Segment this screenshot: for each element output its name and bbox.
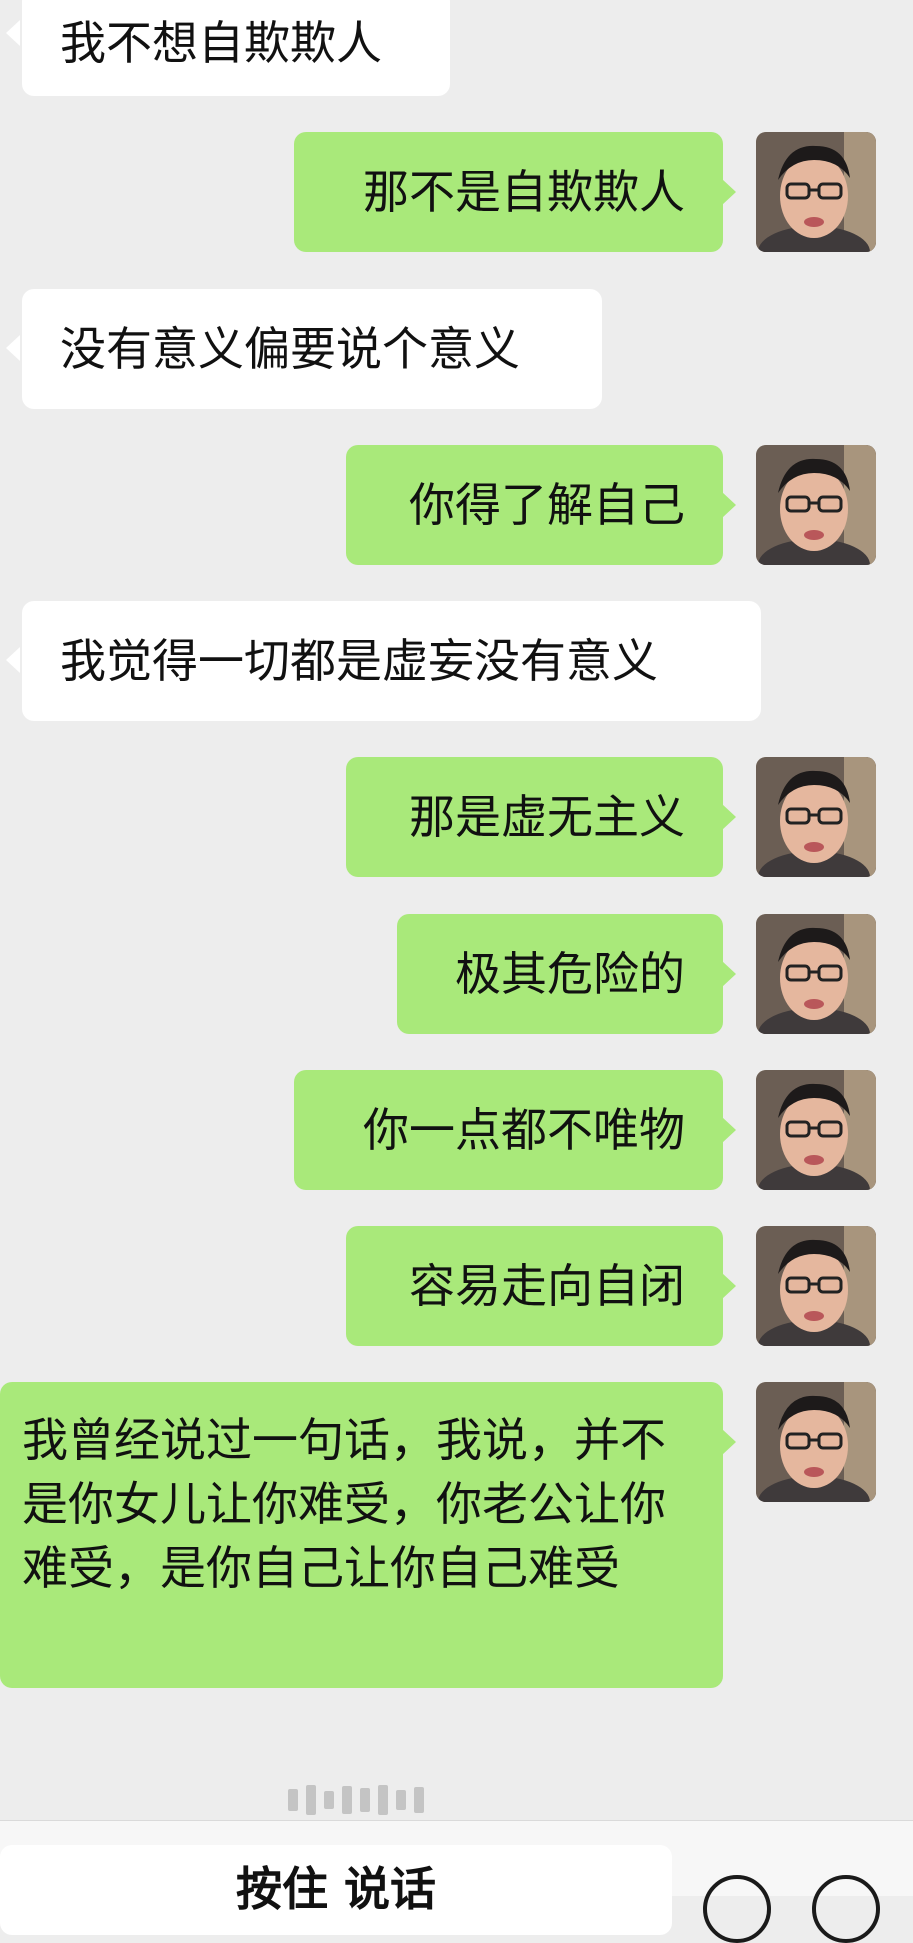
message-text: 容易走向自闭 bbox=[409, 1259, 685, 1313]
avatar-photo bbox=[756, 1070, 876, 1190]
message-text: 那是虚无主义 bbox=[409, 790, 685, 844]
avatar-photo bbox=[756, 445, 876, 565]
outgoing-message-bubble[interactable]: 你一点都不唯物 bbox=[294, 1070, 723, 1190]
outgoing-bubble-tail bbox=[722, 1273, 736, 1299]
avatar[interactable] bbox=[756, 1226, 876, 1346]
message-text: 那不是自欺欺人 bbox=[363, 165, 685, 219]
hold-to-talk-button[interactable]: 按住 说话 bbox=[0, 1845, 672, 1935]
outgoing-bubble-tail bbox=[722, 1117, 736, 1143]
incoming-message-bubble[interactable]: 没有意义偏要说个意义 bbox=[22, 289, 602, 409]
avatar[interactable] bbox=[756, 914, 876, 1034]
avatar[interactable] bbox=[756, 1070, 876, 1190]
message-text: 极其危险的 bbox=[455, 947, 685, 1001]
outgoing-message-bubble[interactable]: 你得了解自己 bbox=[346, 445, 723, 565]
incoming-bubble-tail bbox=[6, 20, 20, 46]
avatar-photo bbox=[756, 757, 876, 877]
outgoing-bubble-tail bbox=[722, 492, 736, 518]
hold-to-talk-label: 按住 说话 bbox=[235, 1862, 436, 1916]
avatar[interactable] bbox=[756, 445, 876, 565]
message-text: 你一点都不唯物 bbox=[363, 1103, 685, 1157]
message-text: 你得了解自己 bbox=[409, 478, 685, 532]
outgoing-message-bubble[interactable]: 容易走向自闭 bbox=[346, 1226, 723, 1346]
scroll-indicator bbox=[288, 1783, 458, 1817]
emoji-button[interactable] bbox=[703, 1875, 771, 1943]
incoming-message-bubble[interactable]: 我不想自欺欺人 bbox=[22, 0, 450, 96]
outgoing-message-bubble[interactable]: 我曾经说过一句话，我说，并不是你女儿让你难受，你老公让你难受，是你自己让你自己难… bbox=[0, 1382, 723, 1688]
outgoing-message-bubble[interactable]: 那不是自欺欺人 bbox=[294, 132, 723, 252]
outgoing-bubble-tail bbox=[722, 961, 736, 987]
avatar-photo bbox=[756, 1226, 876, 1346]
incoming-bubble-tail bbox=[6, 647, 20, 673]
avatar[interactable] bbox=[756, 132, 876, 252]
outgoing-bubble-tail bbox=[722, 179, 736, 205]
message-text: 我不想自欺欺人 bbox=[60, 16, 382, 70]
message-text: 我觉得一切都是虚妄没有意义 bbox=[60, 634, 658, 688]
chat-message-list[interactable]: 我不想自欺欺人 那不是自欺欺人 没有意义偏要说个意义 你得了解自己 我觉得一切都… bbox=[0, 0, 913, 1820]
outgoing-bubble-tail bbox=[722, 1429, 736, 1455]
outgoing-message-bubble[interactable]: 极其危险的 bbox=[397, 914, 723, 1034]
message-text: 没有意义偏要说个意义 bbox=[60, 322, 520, 376]
more-options-button[interactable] bbox=[812, 1875, 880, 1943]
outgoing-message-bubble[interactable]: 那是虚无主义 bbox=[346, 757, 723, 877]
avatar-photo bbox=[756, 914, 876, 1034]
incoming-message-bubble[interactable]: 我觉得一切都是虚妄没有意义 bbox=[22, 601, 761, 721]
message-text: 我曾经说过一句话，我说，并不是你女儿让你难受，你老公让你难受，是你自己让你自己难… bbox=[22, 1413, 666, 1595]
avatar-photo bbox=[756, 1382, 876, 1502]
avatar[interactable] bbox=[756, 757, 876, 877]
outgoing-bubble-tail bbox=[722, 804, 736, 830]
avatar[interactable] bbox=[756, 1382, 876, 1502]
avatar-photo bbox=[756, 132, 876, 252]
chat-input-bar: 按住 说话 bbox=[0, 1820, 913, 1943]
incoming-bubble-tail bbox=[6, 335, 20, 361]
